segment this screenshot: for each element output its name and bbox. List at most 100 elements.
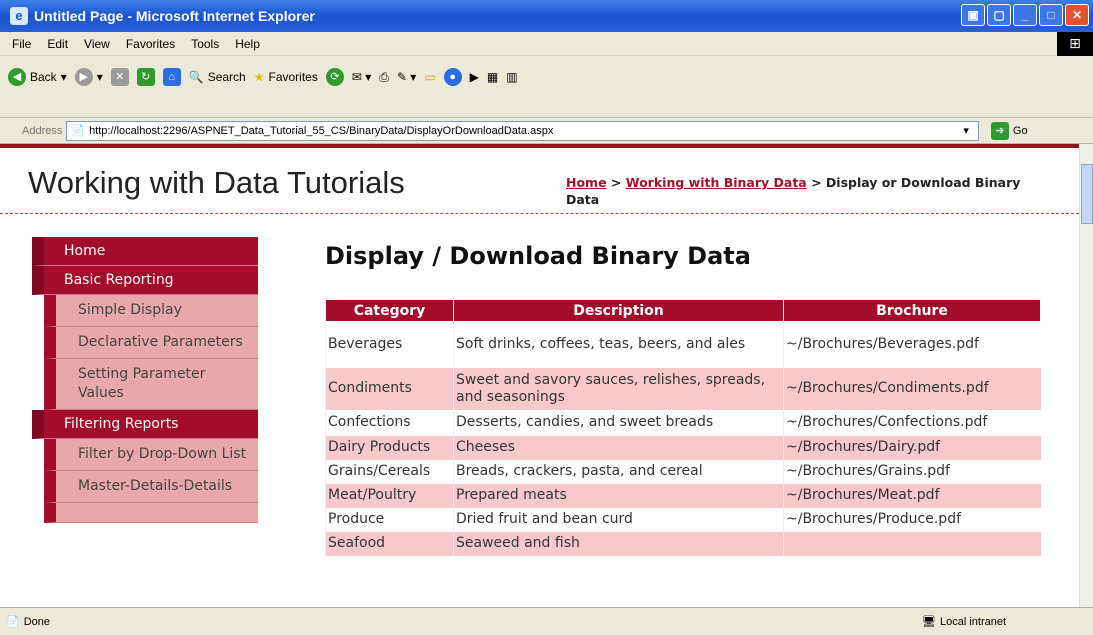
print-icon[interactable]: ⎙ [379, 70, 389, 85]
sidebar-item-simple-display[interactable]: Simple Display [44, 295, 258, 327]
title-bar: e Untitled Page - Microsoft Internet Exp… [0, 0, 1093, 32]
description-cell: Dried fruit and bean curd [453, 507, 784, 532]
menu-bar: File Edit View Favorites Tools Help [0, 32, 1093, 56]
minimize-button[interactable]: _ [1013, 4, 1037, 26]
table-row: Grains/Cereals Breads, crackers, pasta, a… [325, 459, 1041, 484]
table-row: Condiments Sweet and savory sauces, relis… [325, 367, 1041, 410]
table-row: Beverages Soft drinks, coffees, teas, bee… [325, 321, 1041, 368]
ie-icon: e [10, 7, 28, 25]
refresh-icon[interactable]: ↻ [136, 68, 155, 86]
zone-text: Local intranet [939, 615, 1007, 628]
category-cell: Produce [325, 507, 454, 532]
forward-button[interactable]: ▶ ▾ [74, 68, 103, 86]
page-content: Working with Data Tutorials Home > Worki… [0, 144, 1079, 607]
edit-icon[interactable]: ✎ ▾ [397, 70, 416, 84]
site-title: Working with Data Tutorials [28, 165, 405, 200]
address-url: http://localhost:2296/ASPNET_Data_Tutori… [89, 124, 554, 137]
back-button[interactable]: ◀ Back ▾ [8, 68, 67, 86]
go-arrow-icon: ➔ [990, 121, 1009, 140]
history-icon[interactable]: ⟳ [325, 68, 344, 86]
description-cell: Soft drinks, coffees, teas, beers, and a… [453, 321, 784, 368]
menu-help[interactable]: Help [235, 37, 260, 51]
page-done-icon: 📄 [6, 616, 20, 628]
brochure-cell: ~/Brochures/Produce.pdf [783, 507, 1041, 532]
windows-logo-icon: ⊞ [1057, 32, 1093, 56]
header-divider [0, 213, 1079, 214]
category-cell: Dairy Products [325, 435, 454, 460]
description-cell: Sweet and savory sauces, relishes, sprea… [453, 367, 784, 410]
menu-edit[interactable]: Edit [47, 37, 68, 51]
menu-view[interactable]: View [84, 37, 110, 51]
description-cell: Breads, crackers, pasta, and cereal [453, 459, 784, 484]
description-cell: Desserts, candies, and sweet breads [453, 409, 784, 436]
favorites-button[interactable]: ★ Favorites [254, 70, 318, 84]
menu-file[interactable]: File [12, 37, 31, 51]
description-cell: Seaweed and fish [453, 531, 784, 556]
sidebar-item-filtering-reports[interactable]: Filtering Reports [32, 410, 258, 439]
rss-button[interactable]: ▣ [961, 4, 985, 26]
status-text: Done [23, 615, 50, 628]
vertical-scrollbar[interactable] [1079, 144, 1093, 607]
toolbar: ◀ Back ▾ ▶ ▾ ✕ ↻ ⌂ 🔍 Search ★ Favorites ⟳ ✉… [0, 56, 1093, 118]
menu-favorites[interactable]: Favorites [126, 37, 175, 51]
table-row: Dairy Products Cheeses ~/Brochures/Dairy.p… [325, 435, 1041, 460]
page-heading: Display / Download Binary Data [325, 242, 751, 270]
breadcrumb-home-link[interactable]: Home [566, 175, 607, 190]
brochure-cell: ~/Brochures/Grains.pdf [783, 459, 1041, 484]
window-title: Untitled Page - Microsoft Internet Explo… [34, 8, 315, 24]
research-icon[interactable]: ▶ [470, 70, 479, 84]
sidebar-item-filter-dropdown[interactable]: Filter by Drop-Down List [44, 439, 258, 471]
description-cell: Cheeses [453, 435, 784, 460]
intranet-icon: 🖥 [922, 616, 936, 628]
back-arrow-icon: ◀ [8, 68, 26, 86]
column-header-brochure: Brochure [783, 299, 1041, 322]
messenger-icon[interactable]: ● [443, 68, 462, 86]
stop-icon[interactable]: ✕ [110, 68, 129, 86]
restore-window-button[interactable]: ▢ [987, 4, 1011, 26]
category-cell: Condiments [325, 367, 454, 410]
column-header-description: Description [453, 299, 784, 322]
page-icon: 📄 [71, 125, 86, 137]
discuss-icon[interactable]: ▦ [487, 70, 498, 84]
address-dropdown[interactable]: ▾ [963, 124, 969, 137]
address-input[interactable]: 📄 http://localhost:2296/ASPNET_Data_Tuto… [66, 120, 980, 141]
column-header-category: Category [325, 299, 454, 322]
category-cell: Seafood [325, 531, 454, 556]
sidebar-item-basic-reporting[interactable]: Basic Reporting [32, 266, 258, 295]
go-button[interactable]: ➔ Go [990, 121, 1028, 140]
brochure-cell: ~/Brochures/Confections.pdf [783, 409, 1041, 436]
category-cell: Confections [325, 409, 454, 436]
sidebar-item-home[interactable]: Home [32, 237, 258, 266]
brochure-cell: ~/Brochures/Meat.pdf [783, 483, 1041, 508]
extra-icon[interactable]: ▥ [506, 70, 517, 84]
search-icon: 🔍 [188, 70, 204, 84]
home-icon[interactable]: ⌂ [162, 68, 181, 86]
breadcrumb-parent-link[interactable]: Working with Binary Data [626, 175, 807, 190]
sidebar-item-setting-parameter-values[interactable]: Setting Parameter Values [44, 359, 258, 410]
category-cell: Beverages [325, 321, 454, 368]
brochure-cell: ~/Brochures/Condiments.pdf [783, 367, 1041, 410]
status-bar: 📄 Done 🖥 Local intranet [0, 607, 1093, 635]
sidebar-item-master-details[interactable]: Master-Details-Details [44, 471, 258, 503]
table-row: Seafood Seaweed and fish [325, 531, 1041, 556]
brochure-cell: ~/Brochures/Dairy.pdf [783, 435, 1041, 460]
table-row: Confections Desserts, candies, and sweet … [325, 409, 1041, 436]
menu-tools[interactable]: Tools [191, 37, 219, 51]
address-bar: Address 📄 http://localhost:2296/ASPNET_D… [0, 118, 1093, 144]
breadcrumb: Home > Working with Binary Data > Displa… [566, 175, 1021, 207]
description-cell: Prepared meats [453, 483, 784, 508]
mail-icon[interactable]: ✉ ▾ [352, 70, 371, 84]
folder-icon[interactable]: ▭ [424, 70, 435, 84]
maximize-button[interactable]: □ [1039, 4, 1063, 26]
brochure-cell [783, 531, 1041, 556]
table-row: Produce Dried fruit and bean curd ~/Brochu… [325, 507, 1041, 532]
categories-grid: Category Description Brochure Beverages S… [325, 299, 1041, 556]
sidebar-item-more[interactable] [44, 503, 258, 523]
table-row: Meat/Poultry Prepared meats ~/Brochures/Me… [325, 483, 1041, 508]
forward-arrow-icon: ▶ [74, 68, 93, 86]
close-button[interactable]: ✕ [1065, 4, 1089, 26]
search-button[interactable]: 🔍 Search [189, 70, 246, 84]
scrollbar-thumb[interactable] [1081, 164, 1093, 224]
sidebar-item-declarative-parameters[interactable]: Declarative Parameters [44, 327, 258, 359]
sidebar: Home Basic Reporting Simple Display Decl… [32, 237, 258, 523]
